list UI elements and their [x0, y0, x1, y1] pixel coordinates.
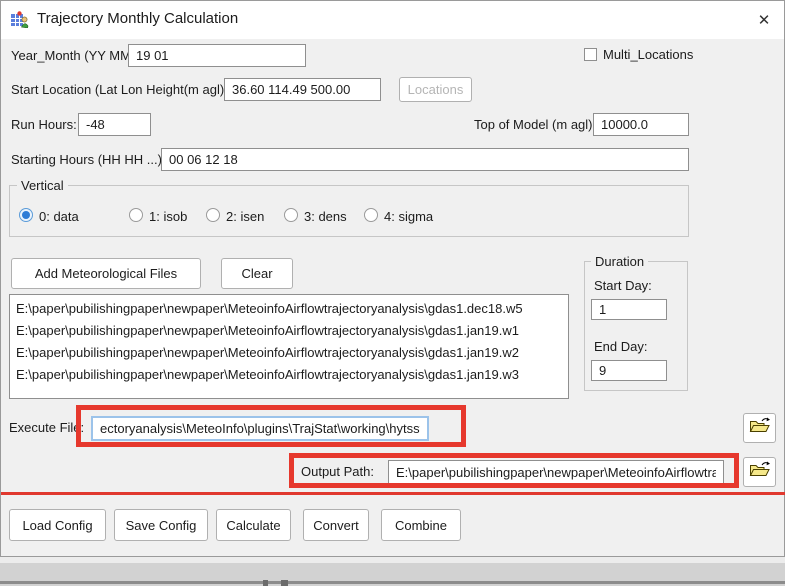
radio-4-sigma[interactable] — [364, 208, 378, 222]
end-day-label: End Day: — [594, 339, 647, 354]
radio-2-isen-label: 2: isen — [226, 209, 264, 224]
execute-file-label: Execute File: — [9, 420, 84, 435]
start-day-label: Start Day: — [594, 278, 652, 293]
list-item[interactable]: E:\paper\pubilishingpaper\newpaper\Meteo… — [16, 342, 568, 364]
app-icon — [11, 11, 29, 28]
radio-3-dens-label: 3: dens — [304, 209, 347, 224]
screenshot-stage: Trajectory Monthly Calculation ✕ Year_Mo… — [0, 0, 785, 586]
window-title: Trajectory Monthly Calculation — [37, 10, 238, 27]
annotation-red-line — [1, 492, 785, 495]
calculate-button[interactable]: Calculate — [216, 509, 291, 541]
list-item[interactable]: E:\paper\pubilishingpaper\newpaper\Meteo… — [16, 320, 568, 342]
radio-4-sigma-label: 4: sigma — [384, 209, 433, 224]
radio-1-isob[interactable] — [129, 208, 143, 222]
taskbar-icon-fragment — [281, 580, 288, 586]
taskbar-band — [0, 563, 785, 581]
year-month-input[interactable] — [128, 44, 306, 67]
dialog-trajectory-monthly-calculation: Trajectory Monthly Calculation ✕ Year_Mo… — [0, 0, 785, 557]
execute-file-browse-button[interactable] — [743, 413, 776, 443]
desktop-taskbar-sliver — [0, 557, 785, 586]
output-path-input[interactable] — [388, 460, 724, 484]
run-hours-input[interactable] — [78, 113, 151, 136]
load-config-button[interactable]: Load Config — [9, 509, 106, 541]
top-of-model-label: Top of Model (m agl): — [474, 117, 596, 132]
radio-0-data-label: 0: data — [39, 209, 79, 224]
duration-legend: Duration — [591, 254, 648, 269]
year-month-label: Year_Month (YY MM): — [11, 48, 139, 63]
run-hours-label: Run Hours: — [11, 117, 77, 132]
convert-button[interactable]: Convert — [303, 509, 369, 541]
list-item[interactable]: E:\paper\pubilishingpaper\newpaper\Meteo… — [16, 298, 568, 320]
close-icon[interactable]: ✕ — [752, 9, 776, 31]
combine-button[interactable]: Combine — [381, 509, 461, 541]
execute-file-input[interactable] — [91, 416, 429, 441]
meteo-file-list[interactable]: E:\paper\pubilishingpaper\newpaper\Meteo… — [9, 294, 569, 399]
end-day-input[interactable] — [591, 360, 667, 381]
taskbar-icon-fragment — [263, 580, 268, 586]
start-day-input[interactable] — [591, 299, 667, 320]
multi-locations-checkbox[interactable] — [584, 48, 597, 61]
list-item[interactable]: E:\paper\pubilishingpaper\newpaper\Meteo… — [16, 364, 568, 386]
start-location-label: Start Location (Lat Lon Height(m agl)): — [11, 82, 232, 97]
locations-button[interactable]: Locations — [399, 77, 472, 102]
top-of-model-input[interactable] — [593, 113, 689, 136]
add-meteorological-files-button[interactable]: Add Meteorological Files — [11, 258, 201, 289]
starting-hours-label: Starting Hours (HH HH ...): — [11, 152, 166, 167]
save-config-button[interactable]: Save Config — [114, 509, 208, 541]
multi-locations-label: Multi_Locations — [603, 47, 693, 62]
radio-2-isen[interactable] — [206, 208, 220, 222]
radio-3-dens[interactable] — [284, 208, 298, 222]
start-location-input[interactable] — [224, 78, 381, 101]
vertical-legend: Vertical — [17, 178, 68, 193]
starting-hours-input[interactable] — [161, 148, 689, 171]
open-folder-icon — [749, 461, 771, 483]
radio-1-isob-label: 1: isob — [149, 209, 187, 224]
output-path-label: Output Path: — [301, 464, 374, 479]
output-path-browse-button[interactable] — [743, 457, 776, 487]
radio-0-data[interactable] — [19, 208, 33, 222]
open-folder-icon — [749, 417, 771, 439]
clear-button[interactable]: Clear — [221, 258, 293, 289]
title-bar: Trajectory Monthly Calculation ✕ — [1, 1, 784, 39]
vertical-groupbox — [9, 185, 689, 237]
